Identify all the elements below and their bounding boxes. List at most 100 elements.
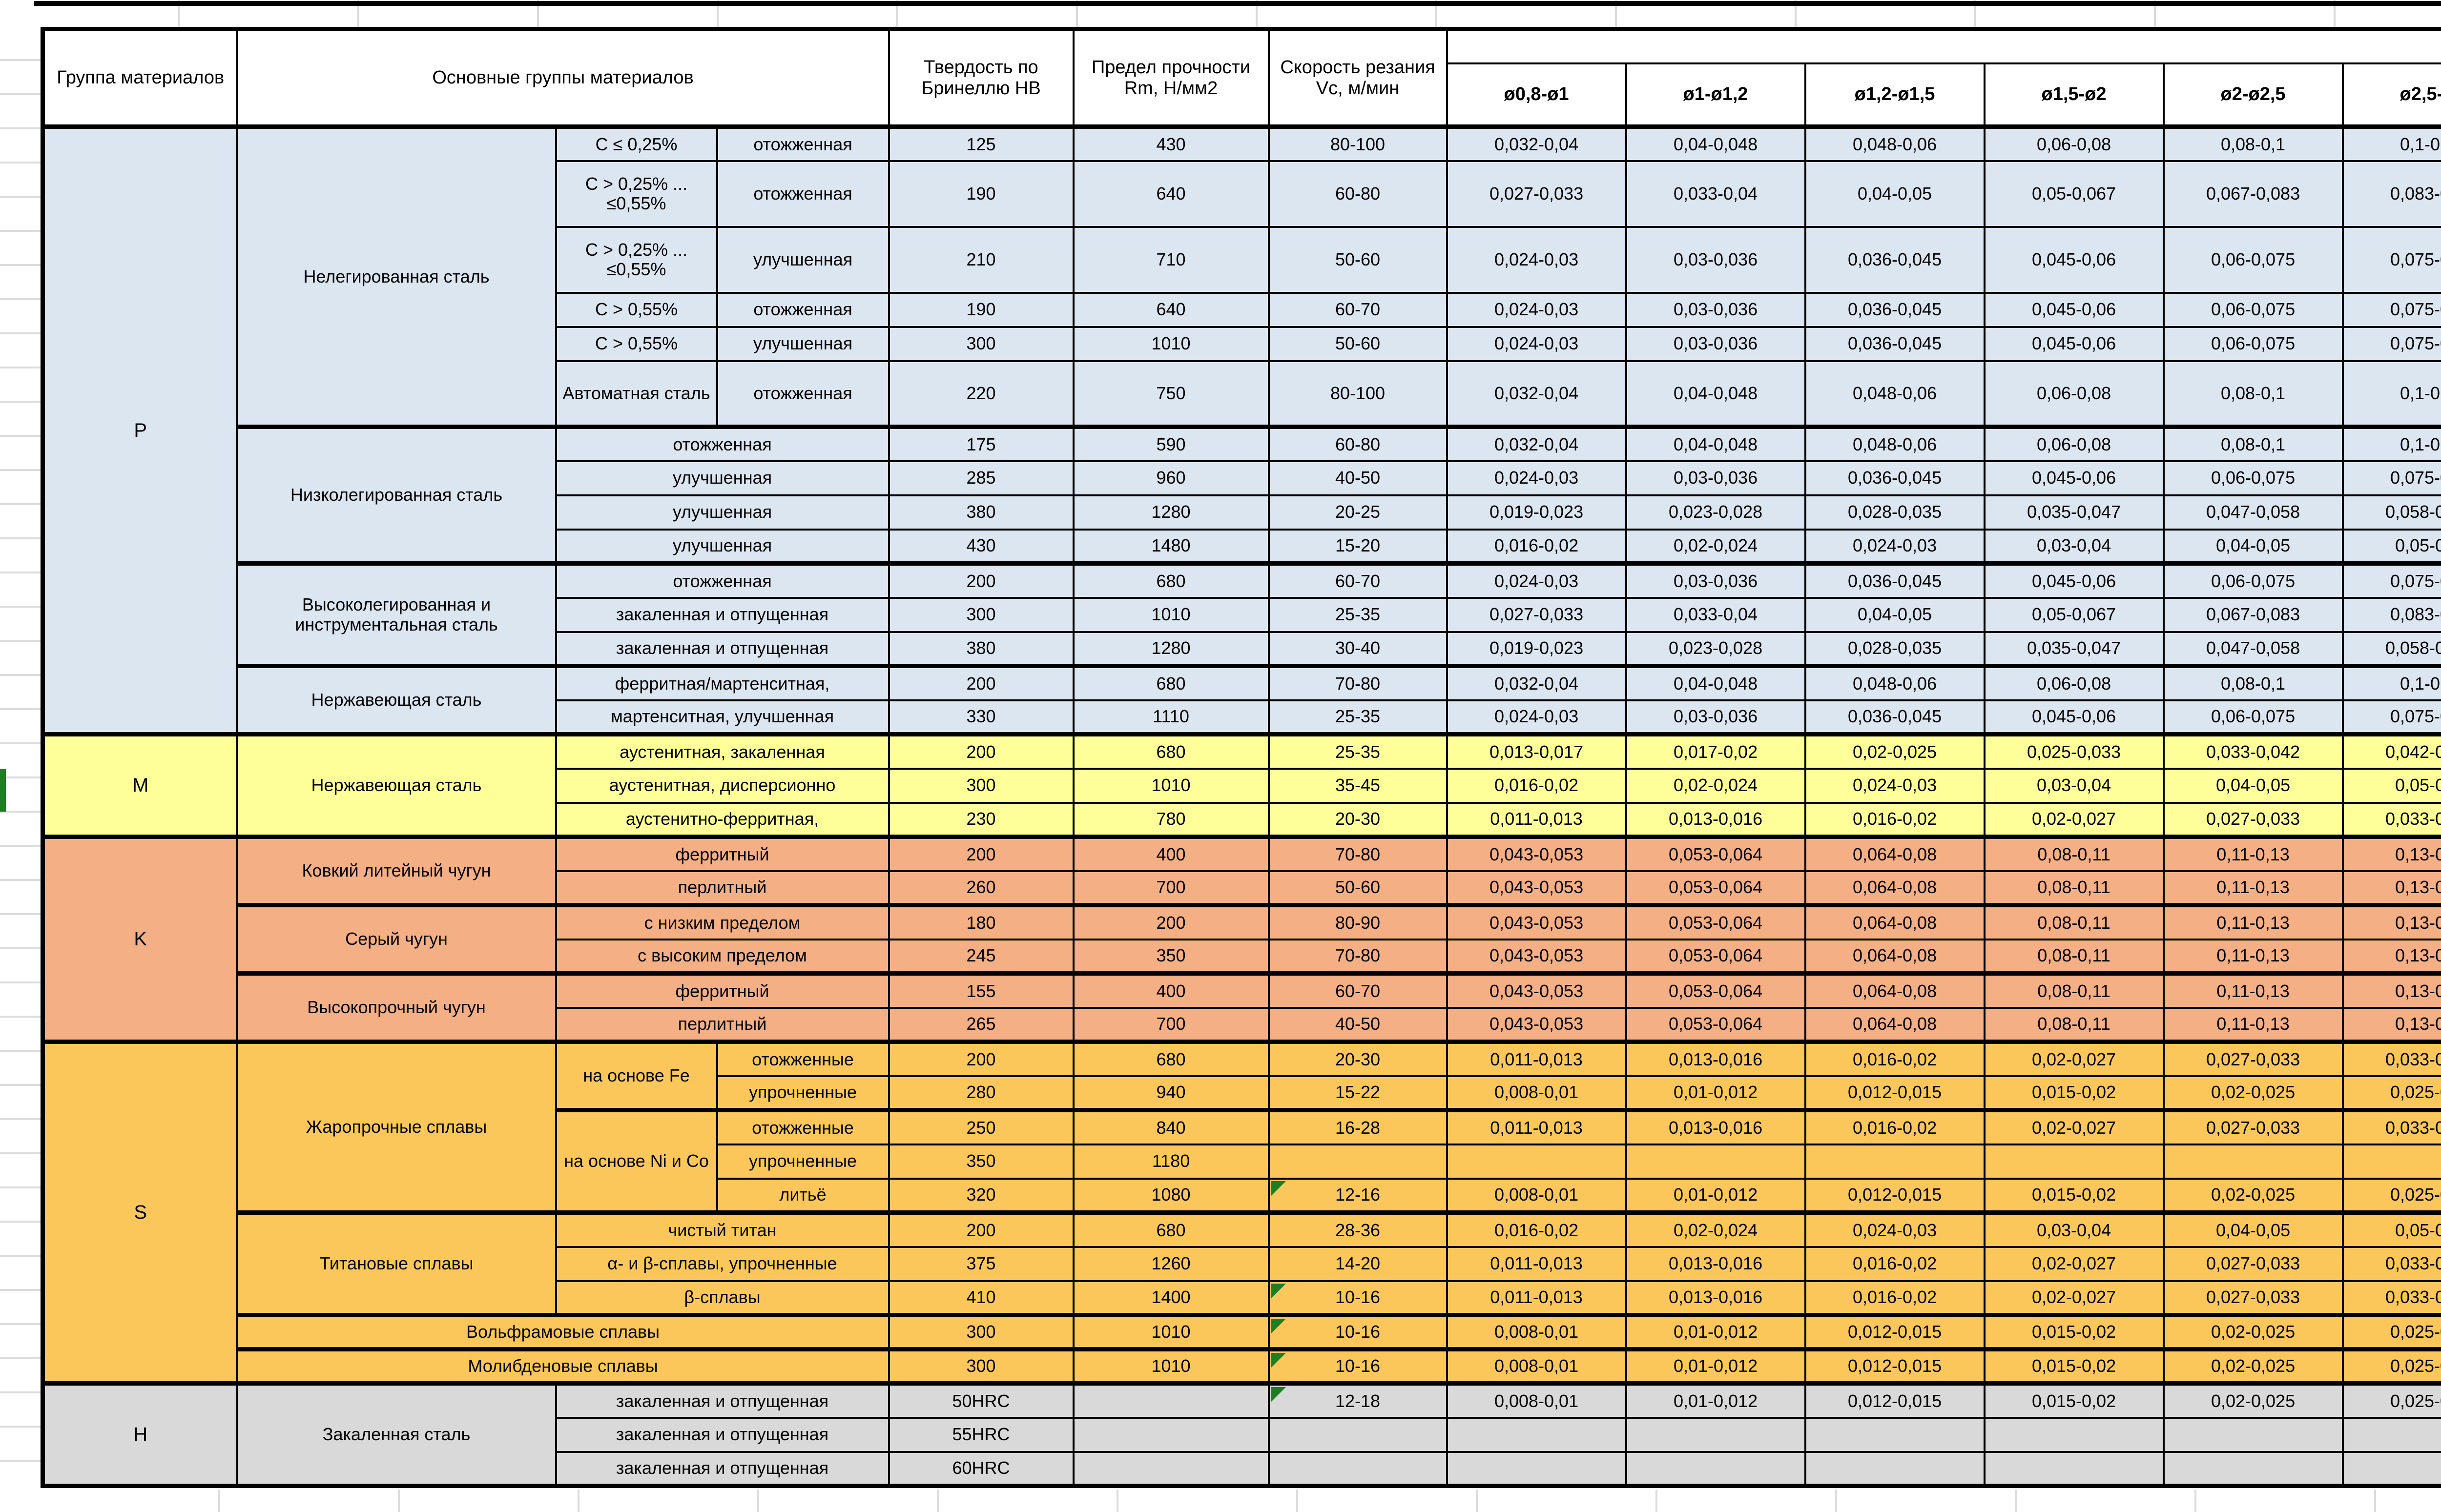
material-cell[interactable]: отожженная — [556, 427, 889, 461]
feed-cell[interactable]: 0,045-0,06 — [1985, 700, 2164, 735]
hardness-cell[interactable]: 265 — [889, 1008, 1074, 1042]
feed-cell[interactable]: 0,011-0,013 — [1447, 1110, 1626, 1144]
feed-cell[interactable]: 0,1-0,16 — [2343, 361, 2441, 427]
feed-cell[interactable]: 0,016-0,02 — [1805, 1247, 1985, 1281]
feed-cell[interactable]: 0,017-0,02 — [1626, 735, 1805, 769]
feed-cell[interactable]: 0,11-0,13 — [2164, 837, 2343, 871]
feed-cell[interactable]: 0,036-0,045 — [1805, 564, 1985, 598]
feed-cell[interactable]: 0,058-0,093 — [2343, 495, 2441, 530]
feed-cell[interactable]: 0,032-0,04 — [1447, 127, 1626, 161]
feed-cell[interactable]: 0,075-0,12 — [2343, 293, 2441, 327]
strength-cell[interactable]: 780 — [1074, 803, 1269, 837]
hardness-cell[interactable]: 155 — [889, 974, 1074, 1008]
feed-cell[interactable]: 0,027-0,033 — [2164, 803, 2343, 837]
feed-cell[interactable]: 0,043-0,053 — [1447, 974, 1626, 1008]
feed-cell[interactable]: 0,012-0,015 — [1805, 1349, 1985, 1384]
material-cell[interactable]: α- и β-сплавы, упрочненные — [556, 1247, 889, 1281]
feed-cell[interactable]: 0,08-0,11 — [1985, 974, 2164, 1008]
feed-cell[interactable]: 0,08-0,1 — [2164, 361, 2343, 427]
material-cell[interactable]: мартенситная, улучшенная — [556, 700, 889, 735]
feed-cell[interactable]: 0,033-0,042 — [2164, 735, 2343, 769]
strength-cell[interactable]: 1010 — [1074, 327, 1269, 361]
speed-cell[interactable]: 70-80 — [1269, 837, 1447, 871]
feed-cell[interactable]: 0,024-0,03 — [1447, 293, 1626, 327]
material-cell[interactable]: закаленная и отпущенная — [556, 1418, 889, 1452]
feed-cell[interactable]: 0,06-0,08 — [1985, 427, 2164, 461]
material-cell[interactable]: отожженная — [717, 161, 889, 227]
feed-cell[interactable]: 0,064-0,08 — [1805, 1008, 1985, 1042]
hardness-cell[interactable]: 330 — [889, 700, 1074, 735]
feed-cell[interactable]: 0,03-0,04 — [1985, 530, 2164, 564]
feed-cell[interactable]: 0,05-0,08 — [2343, 530, 2441, 564]
hardness-cell[interactable]: 375 — [889, 1247, 1074, 1281]
feed-cell[interactable]: 0,045-0,06 — [1985, 227, 2164, 293]
feed-cell[interactable]: 0,013-0,016 — [1626, 1110, 1805, 1144]
strength-cell[interactable]: 1080 — [1074, 1179, 1269, 1213]
material-cell[interactable]: чистый титан — [556, 1213, 889, 1247]
hardness-cell[interactable]: 200 — [889, 564, 1074, 598]
feed-cell[interactable]: 0,06-0,075 — [2164, 461, 2343, 495]
feed-cell[interactable]: 0,06-0,08 — [1985, 361, 2164, 427]
feed-cell[interactable]: 0,02-0,025 — [2164, 1179, 2343, 1213]
feed-cell[interactable]: 0,013-0,016 — [1626, 1281, 1805, 1315]
feed-cell[interactable]: 0,11-0,13 — [2164, 940, 2343, 974]
feed-cell[interactable]: 0,048-0,06 — [1805, 361, 1985, 427]
feed-cell[interactable]: 0,025-0,04 — [2343, 1315, 2441, 1349]
diameter-header[interactable]: ø0,8-ø1 — [1447, 63, 1626, 127]
feed-cell[interactable]: 0,012-0,015 — [1805, 1384, 1985, 1418]
strength-cell[interactable]: 700 — [1074, 871, 1269, 905]
group-letter-cell[interactable]: H — [43, 1384, 237, 1486]
feed-cell[interactable]: 0,015-0,02 — [1985, 1384, 2164, 1418]
feed-cell[interactable]: 0,075-0,12 — [2343, 700, 2441, 735]
feed-cell[interactable]: 0,067-0,083 — [2164, 161, 2343, 227]
hardness-cell[interactable]: 200 — [889, 1213, 1074, 1247]
hardness-cell[interactable]: 410 — [889, 1281, 1074, 1315]
hardness-cell[interactable]: 190 — [889, 161, 1074, 227]
material-cell[interactable]: Молибденовые сплавы — [237, 1349, 889, 1384]
feed-cell[interactable]: 0,033-0,053 — [2343, 1281, 2441, 1315]
feed-cell[interactable]: 0,08-0,11 — [1985, 1008, 2164, 1042]
feed-cell[interactable]: 0,053-0,064 — [1626, 905, 1805, 940]
feed-cell[interactable]: 0,032-0,04 — [1447, 361, 1626, 427]
hardness-cell[interactable]: 300 — [889, 327, 1074, 361]
header-material-column[interactable]: Основные группы материалов — [237, 29, 889, 127]
feed-cell[interactable]: 0,011-0,013 — [1447, 803, 1626, 837]
strength-cell[interactable]: 1280 — [1074, 495, 1269, 530]
material-cell[interactable]: β-сплавы — [556, 1281, 889, 1315]
material-cell[interactable]: отожженные — [717, 1110, 889, 1144]
feed-cell[interactable]: 0,008-0,01 — [1447, 1384, 1626, 1418]
group-letter-cell[interactable]: P — [43, 127, 237, 735]
material-cell[interactable]: аустенитная, закаленная — [556, 735, 889, 769]
feed-cell[interactable]: 0,11-0,13 — [2164, 871, 2343, 905]
feed-cell[interactable]: 0,033-0,053 — [2343, 803, 2441, 837]
speed-cell[interactable] — [1269, 1452, 1447, 1486]
hardness-cell[interactable]: 210 — [889, 227, 1074, 293]
material-cell[interactable]: C > 0,25% ... ≤0,55% — [556, 161, 717, 227]
feed-cell[interactable]: 0,008-0,01 — [1447, 1179, 1626, 1213]
speed-cell[interactable]: 10-16 — [1269, 1315, 1447, 1349]
hardness-cell[interactable]: 280 — [889, 1076, 1074, 1110]
feed-cell[interactable]: 0,048-0,06 — [1805, 427, 1985, 461]
material-cell[interactable]: упрочненные — [717, 1144, 889, 1179]
material-cell[interactable]: закаленная и отпущенная — [556, 1384, 889, 1418]
feed-cell[interactable]: 0,06-0,075 — [2164, 227, 2343, 293]
material-cell[interactable]: отожженная — [717, 361, 889, 427]
feed-cell[interactable]: 0,05-0,067 — [1985, 161, 2164, 227]
feed-cell[interactable]: 0,008-0,01 — [1447, 1315, 1626, 1349]
feed-cell[interactable]: 0,064-0,08 — [1805, 871, 1985, 905]
feed-cell[interactable]: 0,06-0,075 — [2164, 293, 2343, 327]
hardness-cell[interactable]: 230 — [889, 803, 1074, 837]
feed-cell[interactable]: 0,032-0,04 — [1447, 666, 1626, 700]
speed-cell[interactable]: 70-80 — [1269, 666, 1447, 700]
feed-cell[interactable]: 0,1-0,16 — [2343, 427, 2441, 461]
feed-cell[interactable]: 0,025-0,04 — [2343, 1349, 2441, 1384]
strength-cell[interactable]: 1400 — [1074, 1281, 1269, 1315]
feed-cell[interactable]: 0,043-0,053 — [1447, 940, 1626, 974]
feed-cell[interactable]: 0,064-0,08 — [1805, 940, 1985, 974]
diameter-header[interactable]: ø1,2-ø1,5 — [1805, 63, 1985, 127]
material-cell[interactable]: улучшенная — [556, 495, 889, 530]
material-cell[interactable]: отожженная — [717, 293, 889, 327]
feed-cell[interactable]: 0,043-0,053 — [1447, 1008, 1626, 1042]
strength-cell[interactable]: 1280 — [1074, 632, 1269, 666]
strength-cell[interactable]: 640 — [1074, 293, 1269, 327]
